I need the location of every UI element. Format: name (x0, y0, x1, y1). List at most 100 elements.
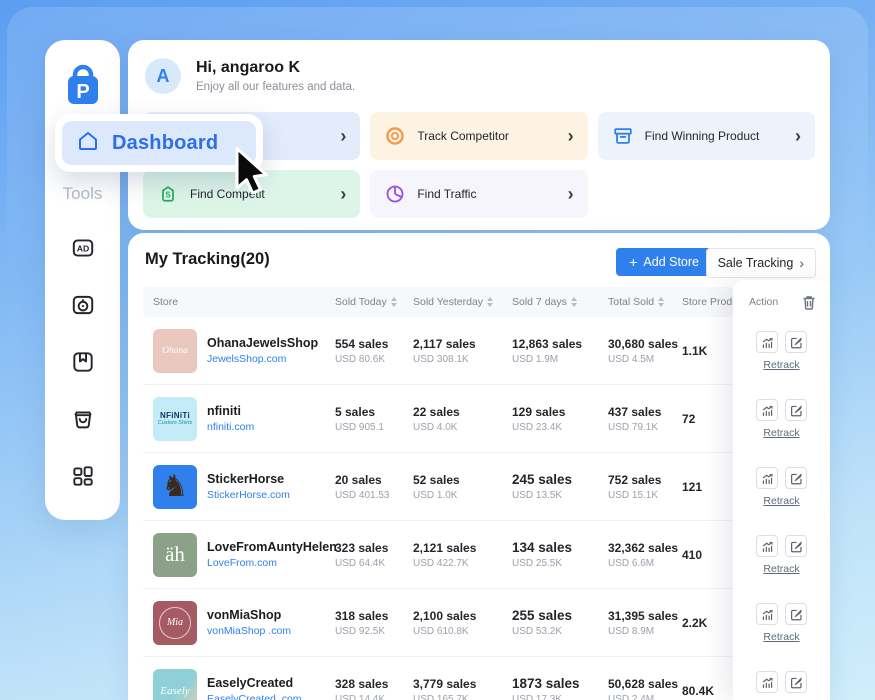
store-domain-link[interactable]: EaselyCreated .com (207, 692, 302, 700)
usd-value: USD 79.1K (608, 422, 682, 433)
store-logo: äh (153, 533, 197, 577)
action-row: Retrack (733, 589, 830, 657)
action-column-label: Action (749, 296, 778, 308)
chevron-right-icon: › (795, 127, 801, 145)
column-header-sold-7-days[interactable]: Sold 7 days (512, 296, 608, 308)
store-cell: äh LoveFromAuntyHelen LoveFrom.com (143, 533, 335, 577)
store-domain-link[interactable]: vonMiaShop .com (207, 624, 291, 639)
sales-value: 318 sales (335, 609, 413, 623)
retrack-link[interactable]: Retrack (763, 427, 799, 439)
quick-card-find-competit[interactable]: SFind Competit› (143, 170, 360, 218)
usd-value: USD 15.1K (608, 490, 682, 501)
column-header-total-sold[interactable]: Total Sold (608, 296, 682, 308)
column-header-sold-yesterday[interactable]: Sold Yesterday (413, 296, 512, 308)
quick-card-label: Track Competitor (417, 129, 509, 143)
dashboard-label: Dashboard (112, 132, 218, 155)
edit-icon[interactable] (785, 535, 807, 557)
sales-value: 437 sales (608, 405, 682, 419)
table-row: Easely EaselyCreated EaselyCreated .com … (143, 657, 733, 700)
usd-value: USD 4.0K (413, 422, 512, 433)
table-row: Mia vonMiaShop vonMiaShop .com 318 sales… (143, 589, 733, 657)
store-logo: Mia (153, 601, 197, 645)
analytics-chart-icon[interactable] (756, 671, 778, 693)
trash-icon[interactable] (802, 295, 816, 310)
retrack-link[interactable]: Retrack (763, 631, 799, 643)
store-logo: NFiNiTi Custom Shirts (153, 397, 197, 441)
usd-value: USD 80.6K (335, 354, 413, 365)
sales-value: 12,863 sales (512, 337, 608, 351)
sale-tracking-button[interactable]: Sale Tracking › (706, 248, 816, 278)
analytics-chart-icon[interactable] (756, 467, 778, 489)
sales-value: 2,100 sales (413, 609, 512, 623)
sales-cell: 22 sales USD 4.0K (413, 405, 512, 433)
edit-icon[interactable] (785, 671, 807, 693)
target-icon (384, 125, 406, 147)
usd-value: USD 17.3K (512, 694, 608, 700)
store-domain-link[interactable]: nfiniti.com (207, 420, 254, 435)
sidebar-item-dashboard[interactable]: Dashboard (62, 121, 256, 165)
analytics-chart-icon[interactable] (756, 399, 778, 421)
usd-value: USD 308.1K (413, 354, 512, 365)
edit-icon[interactable] (785, 603, 807, 625)
usd-value: USD 53.2K (512, 626, 608, 637)
sidebar-item-apps[interactable] (70, 464, 96, 490)
usd-value: USD 401.53 (335, 490, 413, 501)
sales-value: 52 sales (413, 473, 512, 487)
usd-value: USD 165.7K (413, 694, 512, 700)
retrack-link[interactable]: Retrack (763, 563, 799, 575)
sales-cell: 1873 sales USD 17.3K (512, 676, 608, 700)
apps-icon (70, 463, 96, 492)
avatar[interactable]: A (145, 58, 181, 94)
bookmark-icon (70, 349, 96, 378)
retrack-link[interactable]: Retrack (763, 359, 799, 371)
column-header-store-products[interactable]: Store Products (682, 296, 733, 308)
store-domain-link[interactable]: JewelsShop.com (207, 352, 318, 367)
analytics-chart-icon[interactable] (756, 331, 778, 353)
sales-value: 50,628 sales (608, 677, 682, 691)
retrack-link[interactable]: Retrack (763, 495, 799, 507)
usd-value: USD 13.5K (512, 490, 608, 501)
analytics-chart-icon[interactable] (756, 535, 778, 557)
analytics-chart-icon[interactable] (756, 603, 778, 625)
chevron-right-icon: › (568, 127, 574, 145)
quick-card-find-winning-product[interactable]: Find Winning Product› (598, 112, 815, 160)
sort-icon[interactable] (571, 297, 577, 307)
sort-icon[interactable] (487, 297, 493, 307)
sales-cell: 2,117 sales USD 308.1K (413, 337, 512, 365)
usd-value: USD 1.9M (512, 354, 608, 365)
action-row: Retrack (733, 521, 830, 589)
usd-value: USD 92.5K (335, 626, 413, 637)
add-store-button[interactable]: + Add Store (616, 248, 712, 276)
app-background: P Tools AD Dashboard A Hi, angaroo K Enj… (0, 0, 875, 700)
usd-value: USD 6.6M (608, 558, 682, 569)
usd-value: USD 23.4K (512, 422, 608, 433)
store-domain-link[interactable]: StickerHorse.com (207, 488, 290, 503)
usd-value: USD 905.1 (335, 422, 413, 433)
sales-value: 1873 sales (512, 676, 608, 691)
sidebar-item-products[interactable] (70, 407, 96, 433)
edit-icon[interactable] (785, 467, 807, 489)
sales-value: 30,680 sales (608, 337, 682, 351)
column-label: Sold Yesterday (413, 296, 483, 308)
sales-cell: 134 sales USD 25.5K (512, 540, 608, 569)
quick-card-find-traffic[interactable]: Find Traffic› (370, 170, 587, 218)
column-header-sold-today[interactable]: Sold Today (335, 296, 413, 308)
edit-icon[interactable] (785, 399, 807, 421)
greeting-text: Hi, angaroo K (196, 59, 300, 77)
edit-icon[interactable] (785, 331, 807, 353)
sidebar-item-saved[interactable] (70, 350, 96, 376)
quick-card-label: Find Competit (190, 187, 265, 201)
app-logo-icon[interactable]: P (62, 64, 104, 115)
sidebar-item-track-store[interactable] (70, 293, 96, 319)
sales-cell: 12,863 sales USD 1.9M (512, 337, 608, 365)
sidebar-item-ads[interactable]: AD (70, 236, 96, 262)
sales-value: 129 sales (512, 405, 608, 419)
sort-icon[interactable] (391, 297, 397, 307)
store-name: EaselyCreated (207, 675, 302, 692)
sort-icon[interactable] (658, 297, 664, 307)
quick-card-track-competitor[interactable]: Track Competitor › (370, 112, 587, 160)
usd-value: USD 610.8K (413, 626, 512, 637)
store-domain-link[interactable]: LoveFrom.com (207, 556, 337, 571)
sales-cell: 328 sales USD 14.4K (335, 677, 413, 700)
sales-value: 2,117 sales (413, 337, 512, 351)
